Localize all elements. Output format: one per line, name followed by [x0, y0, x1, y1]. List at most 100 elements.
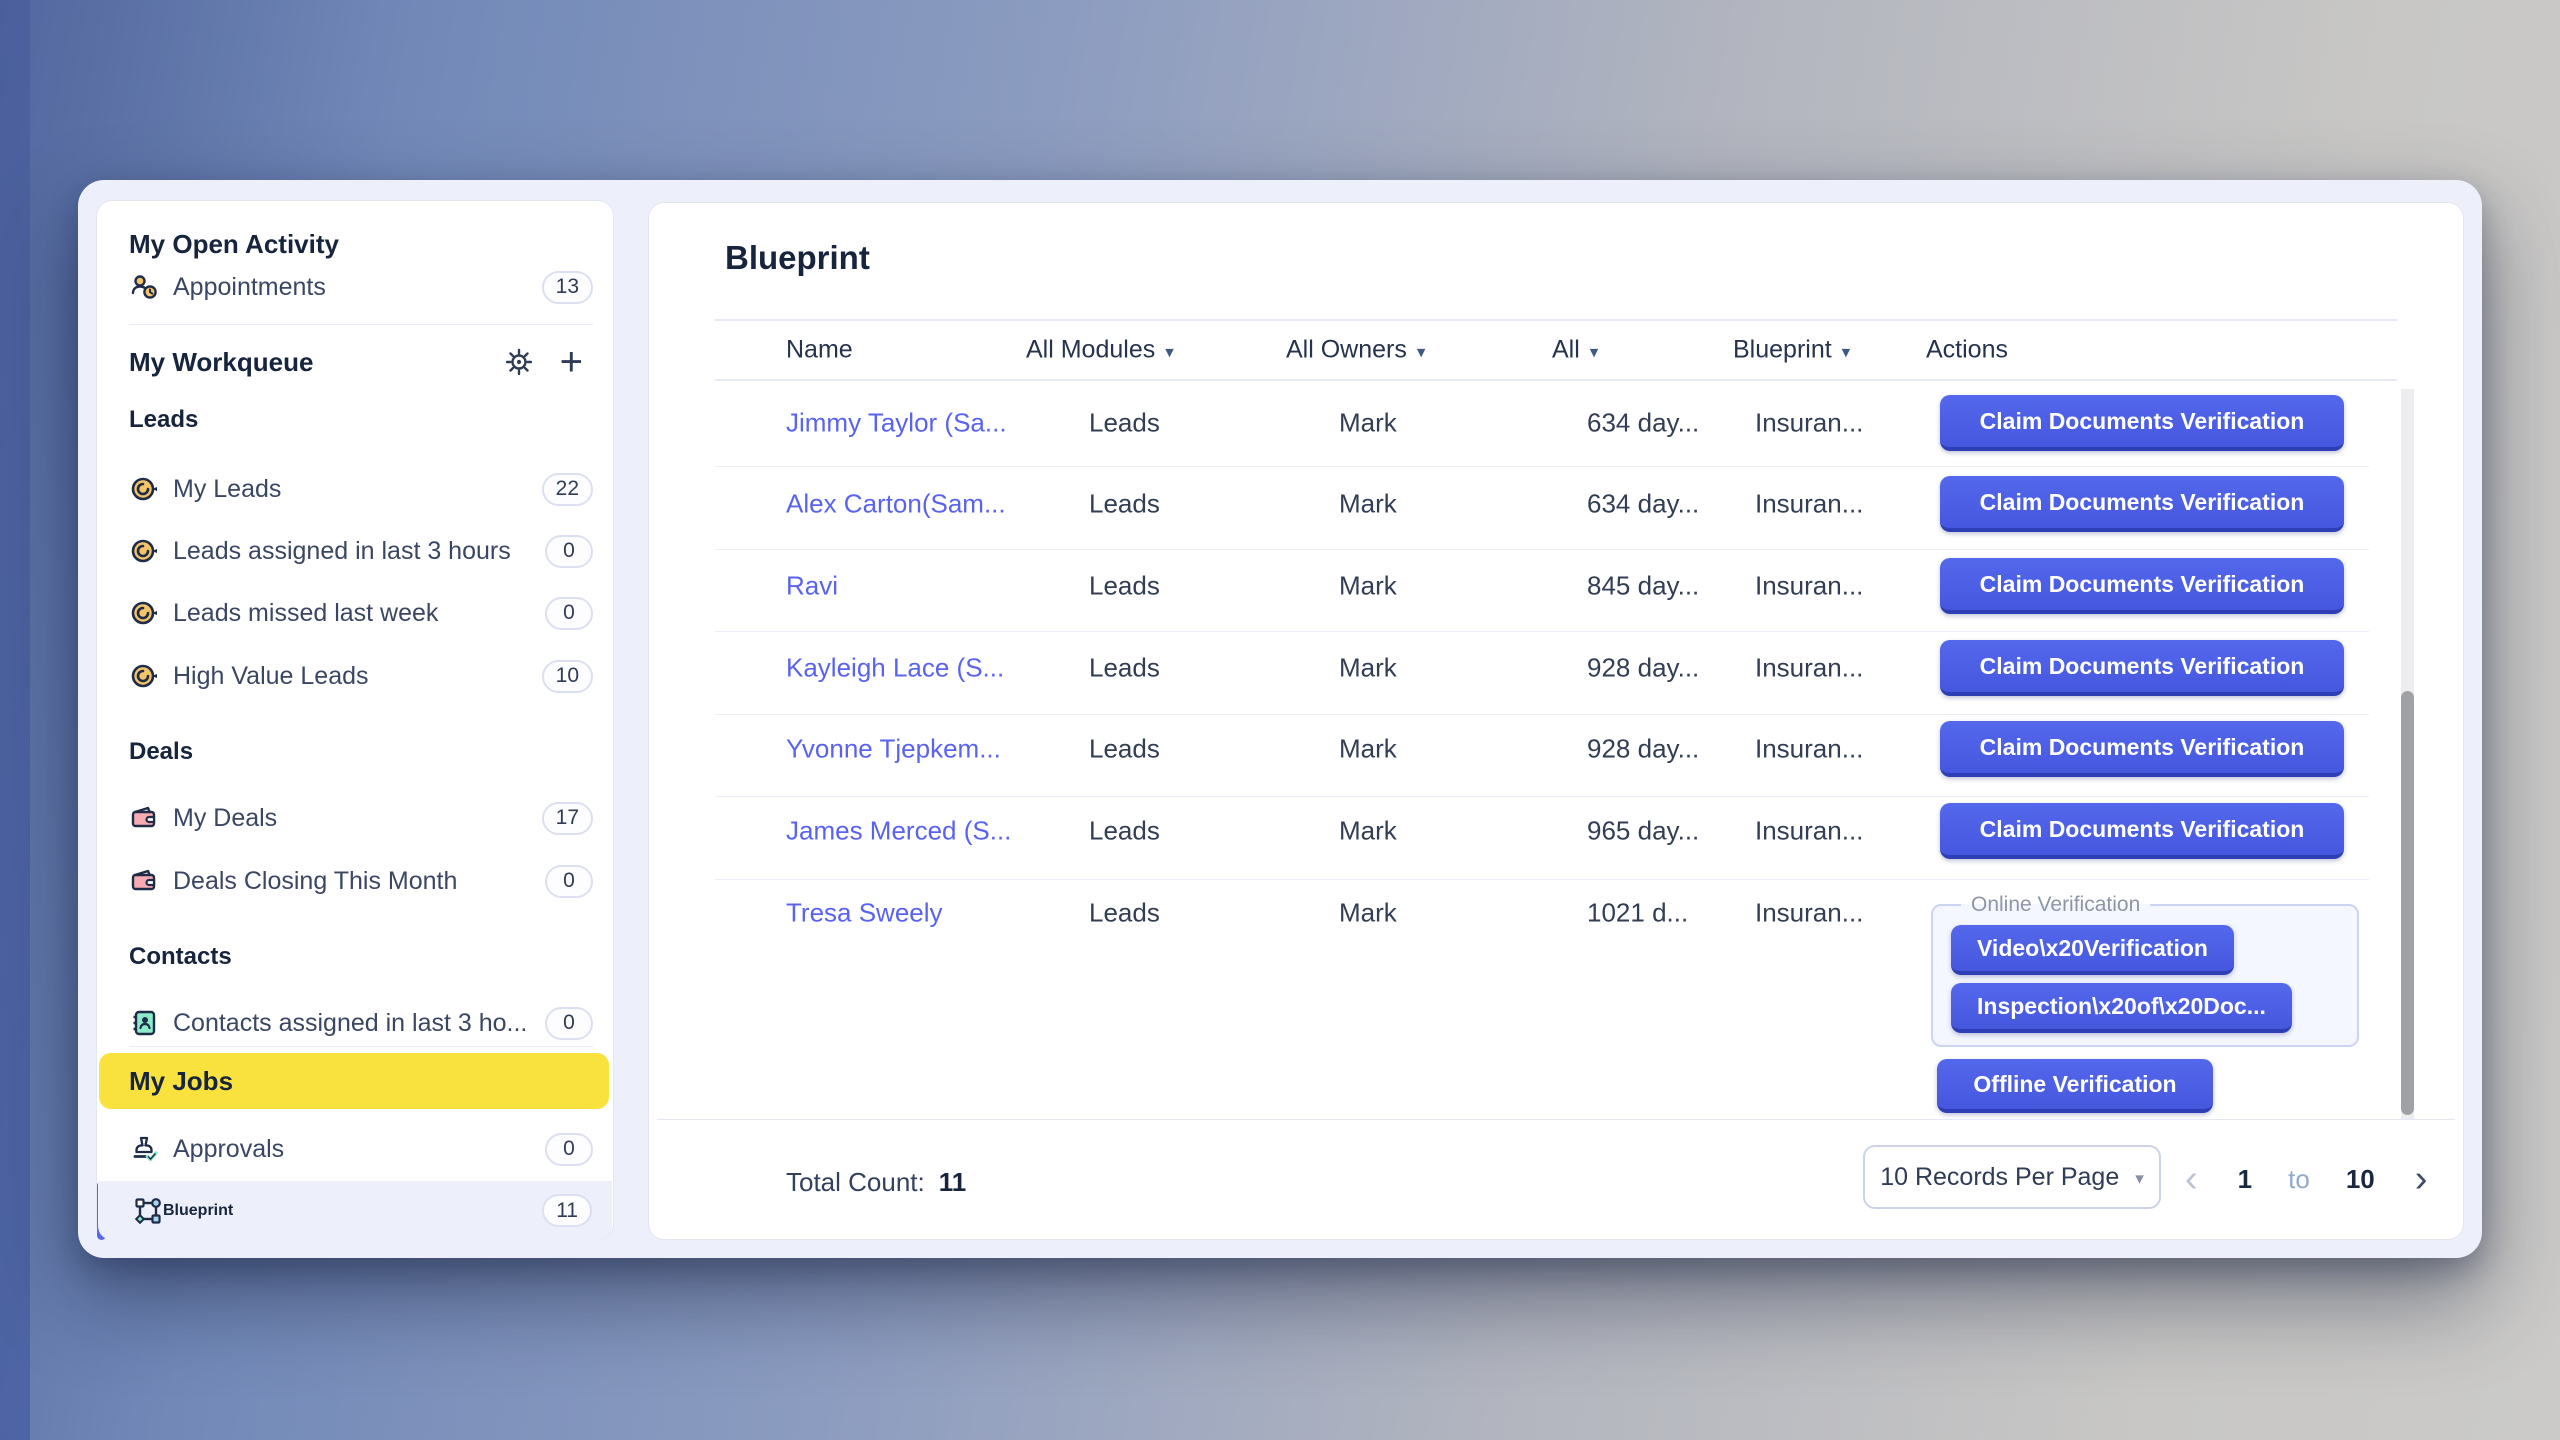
table-row: James Merced (S... Leads Mark 965 day...… [649, 790, 2399, 872]
total-count: Total Count: 11 [786, 1167, 966, 1198]
record-blueprint: Insuran... [1755, 734, 1863, 765]
my-leads-count-badge: 22 [542, 473, 593, 506]
table-row: Yvonne Tjepkem... Leads Mark 928 day... … [649, 708, 2399, 790]
chevron-down-icon: ▾ [1590, 338, 1599, 362]
record-blueprint: Insuran... [1755, 816, 1863, 847]
sidebar-divider [129, 1046, 593, 1047]
record-module: Leads [1089, 571, 1160, 602]
claim-documents-verification-button[interactable]: Claim Documents Verification [1940, 640, 2344, 696]
add-icon[interactable]: + [560, 347, 583, 377]
record-module: Leads [1089, 816, 1160, 847]
record-blueprint: Insuran... [1755, 653, 1863, 684]
video-verification-button[interactable]: Video\x20Verification [1951, 925, 2234, 975]
filter-all[interactable]: All ▾ [1552, 336, 1598, 365]
online-verification-group: Online Verification Video\x20Verificatio… [1931, 893, 2359, 1047]
record-name-link[interactable]: Yvonne Tjepkem... [786, 734, 1001, 765]
filter-all-modules[interactable]: All Modules ▾ [1026, 336, 1174, 365]
chevron-down-icon: ▾ [2135, 1165, 2144, 1189]
sidebar-item-appointments[interactable]: Appointments 13 [129, 263, 593, 311]
record-owner: Mark [1339, 816, 1397, 847]
my-deals-count-badge: 17 [542, 802, 593, 835]
claim-documents-verification-button[interactable]: Claim Documents Verification [1940, 803, 2344, 859]
deals-section-title: Deals [129, 734, 583, 770]
sidebar-item-my-leads[interactable]: My Leads 22 [129, 465, 593, 513]
next-page-icon[interactable]: › [2411, 1159, 2432, 1199]
sidebar-item-blueprint[interactable]: Blueprint 11 [98, 1181, 612, 1240]
filter-all-text: All [1552, 336, 1580, 365]
record-name-link[interactable]: Kayleigh Lace (S... [786, 653, 1004, 684]
filter-all-owners[interactable]: All Owners ▾ [1286, 336, 1425, 365]
leads-assigned-count-badge: 0 [545, 535, 593, 568]
scrollbar-thumb[interactable] [2401, 691, 2414, 1115]
main-panel: Blueprint Name All Modules ▾ All Owners … [648, 202, 2464, 1240]
record-name-link[interactable]: Jimmy Taylor (Sa... [786, 408, 1007, 439]
sidebar-item-deals-closing[interactable]: Deals Closing This Month 0 [129, 857, 593, 905]
column-name-text: Name [786, 336, 853, 365]
records-per-page-dropdown[interactable]: 10 Records Per Page ▾ [1863, 1145, 2161, 1209]
sidebar-item-approvals[interactable]: Approvals 0 [129, 1125, 593, 1173]
record-name-link[interactable]: James Merced (S... [786, 816, 1011, 847]
workqueue-header: My Workqueue + [129, 344, 583, 380]
contacts-section-title-text: Contacts [129, 943, 232, 971]
sidebar-item-my-deals[interactable]: My Deals 17 [129, 794, 593, 842]
lead-icon [129, 474, 159, 504]
sidebar-item-leads-missed[interactable]: Leads missed last week 0 [129, 589, 593, 637]
leads-missed-count-badge: 0 [545, 597, 593, 630]
approvals-stamp-icon [129, 1134, 159, 1164]
record-owner: Mark [1339, 898, 1397, 929]
record-blueprint: Insuran... [1755, 571, 1863, 602]
table-row: Ravi Leads Mark 845 day... Insuran... Cl… [649, 545, 2399, 627]
previous-page-icon[interactable]: ‹ [2181, 1159, 2202, 1199]
total-count-value: 11 [939, 1167, 967, 1198]
record-blueprint: Insuran... [1755, 898, 1863, 929]
workqueue-tools: + [504, 347, 583, 377]
gear-icon[interactable] [504, 347, 534, 377]
sidebar-item-high-value-leads[interactable]: High Value Leads 10 [129, 652, 593, 700]
lead-icon [129, 536, 159, 566]
deals-section-title-text: Deals [129, 738, 193, 766]
sidebar-item-contacts-assigned[interactable]: Contacts assigned in last 3 ho... 0 [129, 999, 593, 1047]
record-owner: Mark [1339, 489, 1397, 520]
claim-documents-verification-button[interactable]: Claim Documents Verification [1940, 395, 2344, 451]
chevron-down-icon: ▾ [1165, 338, 1174, 362]
lead-icon [129, 598, 159, 628]
approvals-count-badge: 0 [545, 1133, 593, 1166]
record-module: Leads [1089, 408, 1160, 439]
record-age: 634 day... [1587, 489, 1699, 520]
open-activity-title: My Open Activity [129, 226, 583, 262]
table-header: Name All Modules ▾ All Owners ▾ All ▾ Bl… [715, 319, 2397, 381]
chevron-down-icon: ▾ [1417, 338, 1426, 362]
deal-icon [129, 866, 159, 896]
my-jobs-label: My Jobs [129, 1066, 233, 1097]
record-module: Leads [1089, 734, 1160, 765]
claim-documents-verification-button[interactable]: Claim Documents Verification [1940, 476, 2344, 532]
chevron-down-icon: ▾ [1842, 338, 1851, 362]
record-name-link[interactable]: Ravi [786, 571, 838, 602]
deal-icon [129, 803, 159, 833]
inspection-of-documents-button[interactable]: Inspection\x20of\x20Doc... [1951, 983, 2292, 1033]
lead-icon [129, 661, 159, 691]
column-actions-text: Actions [1926, 336, 2008, 365]
sidebar-divider [129, 324, 593, 325]
deals-closing-label: Deals Closing This Month [173, 867, 457, 896]
appointments-label: Appointments [173, 273, 326, 302]
offline-verification-button[interactable]: Offline Verification [1937, 1059, 2213, 1113]
claim-documents-verification-button[interactable]: Claim Documents Verification [1940, 721, 2344, 777]
record-age: 634 day... [1587, 408, 1699, 439]
sidebar-item-my-jobs[interactable]: My Jobs [99, 1053, 609, 1109]
total-count-label: Total Count: [786, 1167, 925, 1198]
claim-documents-verification-button[interactable]: Claim Documents Verification [1940, 558, 2344, 614]
appointments-count-badge: 13 [542, 271, 593, 304]
high-value-leads-label: High Value Leads [173, 662, 369, 691]
leads-assigned-label: Leads assigned in last 3 hours [173, 537, 511, 566]
column-header-actions: Actions [1926, 336, 2008, 365]
record-name-link[interactable]: Alex Carton(Sam... [786, 489, 1006, 520]
my-deals-label: My Deals [173, 804, 277, 833]
record-module: Leads [1089, 489, 1160, 520]
blueprint-label: Blueprint [163, 1202, 233, 1220]
record-blueprint: Insuran... [1755, 489, 1863, 520]
record-module: Leads [1089, 653, 1160, 684]
filter-blueprint[interactable]: Blueprint ▾ [1733, 336, 1850, 365]
sidebar-item-leads-assigned[interactable]: Leads assigned in last 3 hours 0 [129, 527, 593, 575]
record-name-link[interactable]: Tresa Sweely [786, 898, 943, 929]
